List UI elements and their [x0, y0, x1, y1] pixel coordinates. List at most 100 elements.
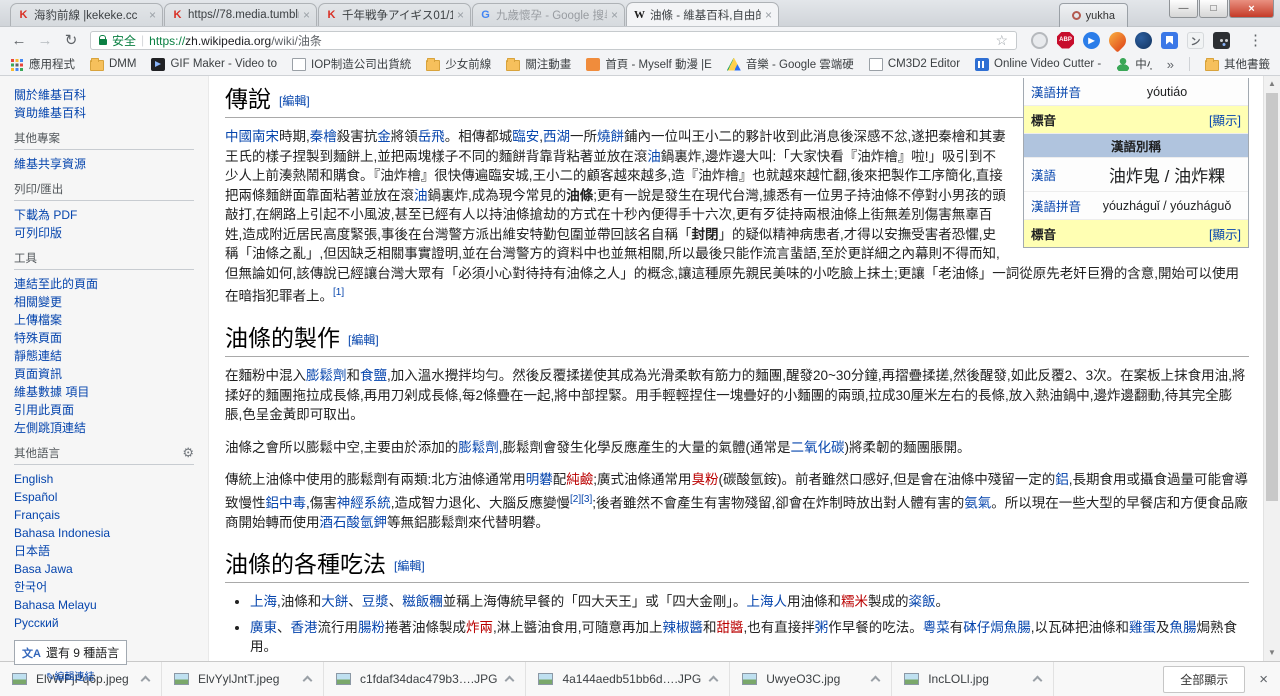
sidebar-link[interactable]: Русский	[14, 614, 194, 632]
wiki-link[interactable]: 腸粉	[358, 620, 385, 635]
download-chevron-icon[interactable]	[1033, 676, 1043, 686]
wiki-redlink[interactable]: 糯米	[841, 594, 868, 609]
adblock-plus-icon[interactable]: ABP	[1057, 32, 1074, 49]
dark-app-icon[interactable]	[1213, 32, 1230, 49]
sidebar-link[interactable]: English	[14, 470, 194, 488]
wiki-link[interactable]: 神經系統	[337, 495, 391, 510]
sidebar-link[interactable]: 維基共享資源	[14, 155, 194, 173]
sidebar-link[interactable]: 資助維基百科	[14, 104, 194, 122]
sidebar-link[interactable]: Español	[14, 488, 194, 506]
download-chevron-icon[interactable]	[709, 676, 719, 686]
wiki-link[interactable]: 西湖	[543, 129, 570, 144]
other-bookmarks-button[interactable]: 其他書籤	[1205, 56, 1270, 72]
wiki-link[interactable]: 油	[414, 188, 428, 203]
wiki-link[interactable]: 臨安	[512, 129, 539, 144]
katakana-icon[interactable]: ン	[1187, 32, 1204, 49]
more-languages-button[interactable]: 文A 還有 9 種語言	[14, 640, 127, 665]
wiki-link[interactable]: 氨氣	[964, 495, 991, 510]
tab-close-icon[interactable]: ×	[457, 9, 464, 21]
wiki-link[interactable]: 燒餅	[597, 129, 624, 144]
sidebar-link[interactable]: 關於維基百科	[14, 86, 194, 104]
wiki-link[interactable]: 魚腸	[1170, 620, 1197, 635]
restore-button[interactable]: □	[1199, 0, 1228, 18]
browser-tab[interactable]: K千年戦争アイギス01/17×	[318, 3, 471, 26]
scroll-down-arrow[interactable]: ▼	[1264, 645, 1280, 661]
wiki-link[interactable]: 鋁	[1055, 472, 1069, 487]
sidebar-link[interactable]: Français	[14, 506, 194, 524]
infobox-label[interactable]: 漢語	[1031, 165, 1093, 184]
blue-rocket-icon[interactable]: ▶	[1083, 32, 1100, 49]
wiki-link[interactable]: 秦檜	[310, 129, 337, 144]
infobox-label[interactable]: 漢語拼音	[1031, 196, 1093, 215]
edit-section-link[interactable]: [編輯]	[279, 94, 310, 108]
browser-tab[interactable]: W油條 - 維基百科,自由的×	[626, 2, 779, 26]
bookmark-item[interactable]: Online Video Cutter -	[975, 58, 1101, 71]
wiki-link[interactable]: 粢飯	[909, 594, 936, 609]
wiki-link[interactable]: 大餅	[321, 594, 348, 609]
wiki-link[interactable]: 二氧化碳	[791, 440, 845, 455]
download-item[interactable]: c1fdaf34dac479b3….JPG	[324, 662, 526, 696]
bookmark-item[interactable]: IOP制造公司出貨統	[292, 56, 411, 72]
bookmark-item[interactable]: CM3D2 Editor	[869, 58, 960, 71]
sidebar-link[interactable]: 靜態連結	[14, 347, 194, 365]
browser-tab[interactable]: K海豹前線 |kekeke.cc×	[10, 3, 163, 26]
wiki-link[interactable]: 辣椒醬	[663, 620, 704, 635]
edit-section-link[interactable]: [編輯]	[348, 333, 379, 347]
download-chevron-icon[interactable]	[871, 676, 881, 686]
sidebar-link[interactable]: Bahasa Indonesia	[14, 524, 194, 542]
edit-interlanguage-links[interactable]: ✎編輯連結	[46, 668, 208, 683]
profile-button[interactable]: yukha	[1059, 3, 1128, 27]
bookmarks-overflow-chevron[interactable]: »	[1167, 57, 1174, 72]
forward-button[interactable]: →	[34, 33, 56, 48]
wiki-link[interactable]: 粵菜	[923, 620, 950, 635]
sidebar-link[interactable]: 頁面資訊	[14, 365, 194, 383]
tab-close-icon[interactable]: ×	[765, 9, 772, 21]
edit-section-link[interactable]: [編輯]	[394, 559, 425, 573]
bookmark-item[interactable]: 應用程式	[10, 56, 75, 72]
wiki-link[interactable]: 糍飯糰	[402, 594, 443, 609]
bookmark-item[interactable]: 音樂 - Google 雲端硬	[727, 56, 854, 72]
globe-icon[interactable]	[1135, 32, 1152, 49]
bookmark-star-icon[interactable]: ☆	[995, 32, 1008, 49]
bookmark-item[interactable]: 首頁 - Myself 動漫 |E	[586, 56, 712, 72]
wiki-link[interactable]: 膨鬆劑	[306, 368, 347, 383]
download-chevron-icon[interactable]	[303, 676, 313, 686]
infobox-value[interactable]: [顯示]	[1209, 110, 1241, 129]
page-scrollbar[interactable]: ▲ ▼	[1263, 76, 1280, 661]
wiki-redlink[interactable]: 純鹼	[566, 472, 593, 487]
bookmark-item[interactable]: DMM	[90, 58, 136, 71]
flame-icon[interactable]	[1105, 28, 1129, 52]
infobox-value[interactable]: [顯示]	[1209, 224, 1241, 243]
browser-tab[interactable]: G九歲懷孕 - Google 搜尋×	[472, 3, 625, 26]
wiki-link[interactable]: 香港	[291, 620, 318, 635]
infobox-label[interactable]: 漢語拼音	[1031, 82, 1093, 101]
wiki-link[interactable]: 豆漿	[362, 594, 389, 609]
sidebar-link[interactable]: 連結至此的頁面	[14, 275, 194, 293]
download-item[interactable]: IncLOLl.jpg	[892, 662, 1054, 696]
wiki-link[interactable]: 明礬	[526, 472, 553, 487]
reference-link[interactable]: [2][3]	[570, 494, 592, 505]
wiki-link[interactable]: 岳飛	[418, 129, 445, 144]
gray-circle-icon[interactable]	[1031, 32, 1048, 49]
bookmark-item[interactable]: GIF Maker - Video to	[151, 58, 277, 71]
sidebar-link[interactable]: 特殊頁面	[14, 329, 194, 347]
bookmark-ext-icon[interactable]	[1161, 32, 1178, 49]
bookmark-item[interactable]: 少女前線	[426, 56, 491, 72]
wiki-redlink[interactable]: 甜醬	[717, 620, 744, 635]
tab-close-icon[interactable]: ×	[149, 9, 156, 21]
download-item[interactable]: 4a144aedb51bb6d….JPG	[526, 662, 730, 696]
download-chevron-icon[interactable]	[505, 676, 515, 686]
wiki-link[interactable]: 油	[647, 149, 661, 164]
browser-tab[interactable]: Khttps//78.media.tumblr.co×	[164, 3, 317, 26]
tab-close-icon[interactable]: ×	[611, 9, 618, 21]
sidebar-link[interactable]: Basa Jawa	[14, 560, 194, 578]
wiki-link[interactable]: 金	[377, 129, 391, 144]
sidebar-link[interactable]: 可列印版	[14, 224, 194, 242]
wiki-link[interactable]: 粥	[815, 620, 829, 635]
wiki-link[interactable]: 中國南宋	[225, 129, 279, 144]
wiki-link[interactable]: 砵仔焗魚腸	[963, 620, 1031, 635]
sidebar-link[interactable]: 維基數據 項目	[14, 383, 194, 401]
bookmark-item[interactable]: 關注動畫	[506, 56, 571, 72]
wiki-link[interactable]: 膨鬆劑	[458, 440, 499, 455]
sidebar-link[interactable]: 下載為 PDF	[14, 206, 194, 224]
